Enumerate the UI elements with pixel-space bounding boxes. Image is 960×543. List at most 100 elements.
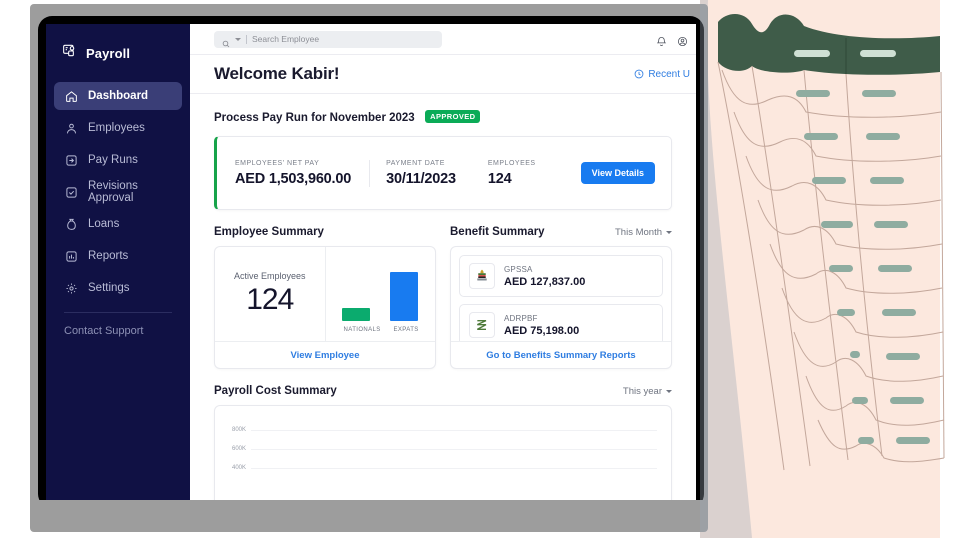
benefit-summary-title: Benefit Summary [450,226,545,238]
topbar: Search Employee [190,24,696,55]
search-icon [222,35,230,43]
benefit-name: ADRPBF [504,314,579,323]
laptop-screen: Payroll Dashboard Employees [46,24,696,500]
contact-support-link[interactable]: Contact Support [46,313,190,337]
benefit-summary-section: Benefit Summary This Month [450,226,672,369]
payrun-card: EMPLOYEES' NET PAY AED 1,503,960.00 PAYM… [214,136,672,210]
sidebar-item-pay-runs[interactable]: Pay Runs [54,146,182,174]
adrpbf-logo-icon [469,312,495,338]
view-employee-link[interactable]: View Employee [215,341,435,368]
chart-gridline: 600K [251,449,657,450]
payroll-logo-icon [62,43,78,64]
money-bag-icon [64,217,78,231]
sidebar-item-employees[interactable]: Employees [54,114,182,142]
sidebar-item-settings[interactable]: Settings [54,274,182,302]
chart-y-tick: 600K [232,446,246,452]
sidebar-item-label: Settings [88,282,130,294]
sidebar-item-dashboard[interactable]: Dashboard [54,82,182,110]
stat-label: PAYMENT DATE [386,160,456,167]
employee-summary-title: Employee Summary [214,226,324,238]
stat-value: AED 1,503,960.00 [235,171,351,187]
search-placeholder: Search Employee [252,34,319,44]
benefit-info: ADRPBF AED 75,198.00 [504,314,579,337]
benefit-summary-card: GPSSA AED 127,837.00 [450,246,672,369]
sidebar-nav: Dashboard Employees Pay Runs [46,82,190,302]
payroll-cost-period-label: This year [623,386,662,397]
brand-name: Payroll [86,46,130,61]
stat-value: 30/11/2023 [386,171,456,187]
chart-y-tick: 800K [232,427,246,433]
sidebar-item-loans[interactable]: Loans [54,210,182,238]
active-employees-count: 124 [246,283,293,317]
chevron-down-icon[interactable] [235,38,241,41]
payroll-cost-chart-card: 800K 600K 400K [214,405,672,500]
dashboard-body: Process Pay Run for November 2023 APPROV… [190,94,696,500]
recent-updates-icon [634,69,644,79]
benefit-row-adrpbf[interactable]: ADRPBF AED 75,198.00 [459,304,663,341]
stat-value: 124 [488,171,536,187]
sidebar-item-revisions-approval[interactable]: Revisions Approval [54,178,182,206]
sidebar-item-label: Reports [88,250,128,262]
bar-label-expats: EXPATS [394,327,419,333]
recent-updates-link[interactable]: Recent U [634,69,690,80]
employee-bar-chart: NATIONALS EXPATS [326,247,436,341]
employee-summary-card: Active Employees 124 [214,246,436,369]
main-content: Search Employee Welcome Kabir! [190,24,696,500]
screenshot-stage: Payroll Dashboard Employees [0,0,960,538]
benefit-row-gpssa[interactable]: GPSSA AED 127,837.00 [459,255,663,297]
page-title: Welcome Kabir! [214,64,339,84]
sidebar-item-label: Dashboard [88,90,148,102]
decorative-peach-panel [700,0,940,538]
stat-label: EMPLOYEES' NET PAY [235,160,351,167]
bar-label-nationals: NATIONALS [344,327,381,333]
payrun-title: Process Pay Run for November 2023 [214,112,415,124]
bar-expats [390,272,418,321]
laptop-base [30,500,708,532]
bar-rect [342,308,370,321]
check-box-icon [64,185,78,199]
benefit-period-selector[interactable]: This Month [615,227,672,238]
benefit-amount: AED 127,837.00 [504,276,585,288]
payroll-cost-plot: 800K600K400K [251,420,657,500]
stat-net-pay: EMPLOYEES' NET PAY AED 1,503,960.00 [217,160,370,187]
employee-summary-section: Employee Summary Active Employees 124 [214,226,436,369]
stat-payment-date: PAYMENT DATE 30/11/2023 [370,160,472,187]
chart-y-tick: 400K [232,465,246,471]
benefit-name: GPSSA [504,265,585,274]
bar-chart-icon [64,249,78,263]
stat-label: EMPLOYEES [488,160,536,167]
sidebar: Payroll Dashboard Employees [46,24,190,500]
benefit-amount: AED 75,198.00 [504,325,579,337]
search-input[interactable]: Search Employee [214,31,442,48]
payroll-cost-header: Payroll Cost Summary This year [190,385,696,397]
person-icon [64,121,78,135]
arrow-in-box-icon [64,153,78,167]
bell-icon[interactable] [656,34,667,45]
employee-summary-body: Active Employees 124 [215,247,435,341]
status-badge: APPROVED [425,110,480,123]
summary-row: Employee Summary Active Employees 124 [190,226,696,369]
benefits-reports-link[interactable]: Go to Benefits Summary Reports [451,341,671,368]
benefit-rows: GPSSA AED 127,837.00 [451,247,671,341]
sidebar-item-label: Revisions Approval [88,180,172,204]
payroll-cost-period-selector[interactable]: This year [623,386,672,397]
home-icon [64,89,78,103]
sidebar-item-label: Pay Runs [88,154,138,166]
benefit-period-label: This Month [615,227,662,238]
sidebar-item-label: Loans [88,218,119,230]
search-separator [246,35,247,44]
recent-updates-label: Recent U [648,69,690,80]
avatar-icon[interactable] [677,34,688,45]
bar-rect [390,272,418,321]
welcome-row: Welcome Kabir! Recent U [190,55,696,94]
gpssa-emblem-icon [469,263,495,289]
benefit-info: GPSSA AED 127,837.00 [504,265,585,288]
active-employees-block: Active Employees 124 [215,247,326,341]
view-details-button[interactable]: View Details [581,162,655,184]
brand: Payroll [46,24,190,68]
sidebar-item-reports[interactable]: Reports [54,242,182,270]
gear-icon [64,281,78,295]
payrun-title-wrap: Process Pay Run for November 2023 APPROV… [214,108,480,126]
bar-nationals [342,308,370,321]
chevron-down-icon [666,231,672,234]
